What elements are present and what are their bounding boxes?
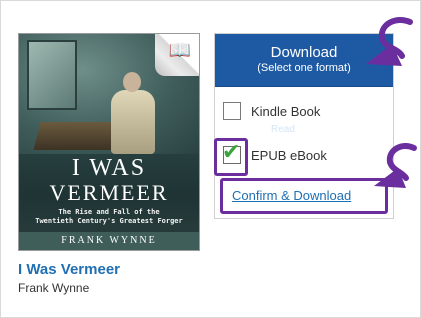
confirm-download-link[interactable]: Confirm & Download	[232, 188, 351, 203]
cover-author: FRANK WYNNE	[19, 232, 199, 250]
kindle-checkbox[interactable]	[223, 102, 241, 120]
book-author: Frank Wynne	[18, 281, 90, 295]
format-option-kindle[interactable]: Kindle Book	[223, 98, 320, 124]
cover-title-line2: VERMEER	[49, 180, 169, 205]
cover-title-line1: I WAS	[71, 155, 147, 181]
kindle-option-label: Kindle Book	[251, 103, 321, 119]
cover-title: I WAS VERMEER	[19, 156, 199, 204]
cover-painting-figure	[111, 90, 155, 154]
ghost-read-text: Read	[271, 124, 295, 135]
cover-painting-window	[27, 40, 77, 110]
cover-subtitle-line1: The Rise and Fall of the	[58, 208, 160, 216]
cover-painting-head	[123, 72, 141, 92]
book-cover[interactable]: 📖 I WAS VERMEER The Rise and Fall of the…	[18, 33, 200, 251]
epub-option-label: EPUB eBook	[251, 147, 327, 163]
cover-subtitle-line2: Twentieth Century's Greatest Forger	[35, 217, 183, 225]
cover-subtitle: The Rise and Fall of the Twentieth Centu…	[25, 208, 193, 226]
highlight-epub-checkbox	[214, 138, 248, 176]
book-card: 📖 I WAS VERMEER The Rise and Fall of the…	[18, 33, 200, 295]
open-book-icon: 📖	[168, 40, 191, 61]
arrow-icon-confirm	[374, 142, 417, 188]
arrow-icon-download	[366, 17, 413, 66]
book-title-link[interactable]: I Was Vermeer	[18, 261, 200, 278]
